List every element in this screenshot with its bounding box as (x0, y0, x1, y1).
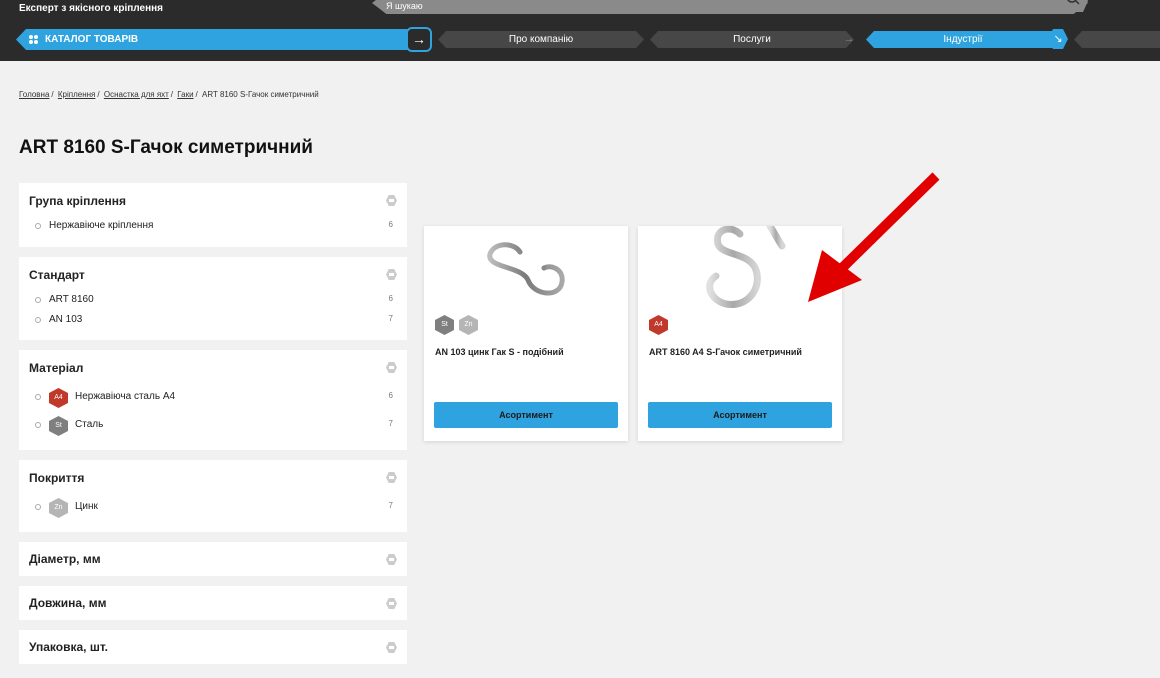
filter-title[interactable]: Група кріплення (29, 194, 126, 208)
filter-option[interactable]: A4 Нержавіюча сталь А4 6 (35, 388, 393, 408)
catalog-label: КАТАЛОГ ТОВАРІВ (45, 34, 139, 45)
badge-st: St (435, 315, 454, 335)
radio-icon[interactable] (35, 297, 41, 303)
product-name[interactable]: AN 103 цинк Гак S - подібний (435, 347, 564, 357)
search-placeholder[interactable]: Я шукаю (386, 1, 423, 11)
expand-icon[interactable] (386, 642, 397, 653)
expand-icon[interactable] (386, 598, 397, 609)
product-card[interactable]: St Zn AN 103 цинк Гак S - подібний Асорт… (424, 226, 628, 441)
filter-title[interactable]: Матеріал (29, 361, 83, 375)
services-arrow-icon[interactable]: → (840, 31, 858, 48)
filter-option[interactable]: ART 8160 6 (35, 293, 393, 309)
option-count: 7 (388, 314, 393, 323)
badge-zn: Zn (459, 315, 478, 335)
filter-title[interactable]: Довжина, мм (29, 596, 106, 610)
filter-title[interactable]: Упаковка, шт. (29, 640, 108, 654)
expand-icon[interactable] (386, 554, 397, 565)
radio-icon[interactable] (35, 223, 41, 229)
option-label: Сталь (75, 419, 104, 430)
breadcrumb-link-home[interactable]: Головна (19, 90, 49, 99)
radio-icon[interactable] (35, 422, 41, 428)
tab-more[interactable] (1074, 31, 1160, 48)
badge-a4: A4 (649, 315, 668, 335)
filter-coating: Покриття Zn Цинк 7 (19, 460, 407, 532)
option-label: Нержавіюче кріплення (49, 220, 154, 231)
site-header: Експерт з якісного кріплення Я шукаю КАТ… (0, 0, 1160, 61)
filter-length[interactable]: Довжина, мм (19, 586, 407, 620)
material-badge-a4: A4 (49, 388, 68, 408)
breadcrumb: Головна / Кріплення / Оснастка для яхт / Га… (19, 90, 319, 99)
option-count: 6 (388, 391, 393, 400)
radio-icon[interactable] (35, 394, 41, 400)
site-tagline: Експерт з якісного кріплення (19, 3, 163, 14)
option-label: Цинк (75, 501, 98, 512)
assortment-button[interactable]: Асортимент (648, 402, 832, 428)
coating-badge-zn: Zn (49, 498, 68, 518)
filter-option[interactable]: Нержавіюче кріплення 6 (35, 219, 393, 235)
search-bar[interactable]: Я шукаю (372, 0, 1088, 14)
material-badge-st: St (49, 416, 68, 436)
filter-standard: Стандарт ART 8160 6 AN 103 7 (19, 257, 407, 340)
filter-title[interactable]: Покриття (29, 471, 84, 485)
filter-group: Група кріплення Нержавіюче кріплення 6 (19, 183, 407, 247)
option-count: 6 (388, 294, 393, 303)
grid-icon (29, 35, 38, 44)
option-label: Нержавіюча сталь А4 (75, 391, 176, 402)
radio-icon[interactable] (35, 504, 41, 510)
filter-diameter[interactable]: Діаметр, мм (19, 542, 407, 576)
tab-about[interactable]: Про компанію (438, 31, 644, 48)
option-count: 7 (388, 419, 393, 428)
option-label: ART 8160 (49, 294, 94, 305)
collapse-icon[interactable] (386, 362, 397, 373)
product-name[interactable]: ART 8160 A4 S-Гачок симетричний (649, 347, 802, 357)
filter-packaging[interactable]: Упаковка, шт. (19, 630, 407, 664)
page-title: ART 8160 S-Гачок симетричний (19, 137, 313, 158)
filter-option[interactable]: AN 103 7 (35, 313, 393, 329)
filter-title[interactable]: Діаметр, мм (29, 552, 101, 566)
arrow-right-icon[interactable]: → (406, 27, 432, 52)
filter-option[interactable]: St Сталь 7 (35, 416, 393, 436)
breadcrumb-link-fasteners[interactable]: Кріплення (58, 90, 96, 99)
tab-services[interactable]: Послуги (650, 31, 854, 48)
collapse-icon[interactable] (386, 195, 397, 206)
assortment-button[interactable]: Асортимент (434, 402, 618, 428)
search-button[interactable] (1058, 0, 1088, 12)
option-label: AN 103 (49, 314, 83, 325)
filter-title[interactable]: Стандарт (29, 268, 85, 282)
breadcrumb-current: ART 8160 S-Гачок симетричний (202, 90, 319, 99)
breadcrumb-link-hooks[interactable]: Гаки (177, 90, 193, 99)
radio-icon[interactable] (35, 317, 41, 323)
tab-industries[interactable]: Індустрії (866, 31, 1060, 48)
catalog-button[interactable]: КАТАЛОГ ТОВАРІВ (16, 29, 424, 50)
filter-material: Матеріал A4 Нержавіюча сталь А4 6 St Ста… (19, 350, 407, 450)
breadcrumb-link-yacht[interactable]: Оснастка для яхт (104, 90, 169, 99)
tab-industries-label: Індустрії (943, 34, 983, 45)
collapse-icon[interactable] (386, 269, 397, 280)
option-count: 6 (388, 220, 393, 229)
product-image-s-hook-zinc[interactable] (424, 226, 628, 314)
filter-option[interactable]: Zn Цинк 7 (35, 498, 393, 518)
option-count: 7 (388, 501, 393, 510)
tab-about-label: Про компанію (508, 34, 574, 45)
tab-services-label: Послуги (733, 34, 771, 45)
annotation-arrow-icon (808, 172, 940, 302)
collapse-icon[interactable] (386, 472, 397, 483)
